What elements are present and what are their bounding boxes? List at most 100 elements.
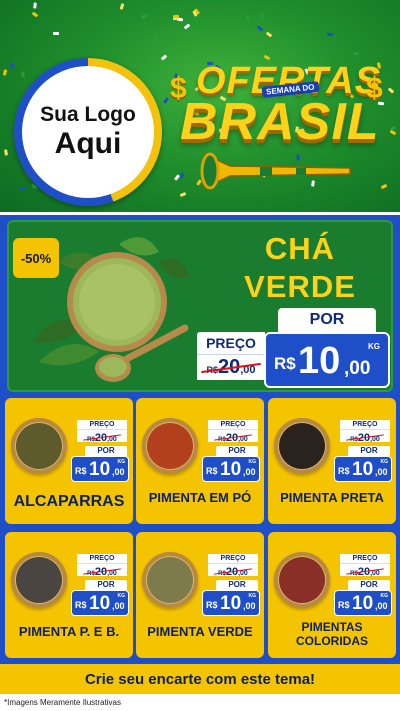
spice-fill <box>147 423 193 469</box>
por-label: POR <box>348 446 390 456</box>
confetti-piece <box>4 149 8 156</box>
confetti-piece <box>172 14 180 19</box>
product-card[interactable]: PREÇOR$20,00 POR R$10,00 KG PIMENTASCOLORIDA… <box>268 532 396 658</box>
price-label: PREÇO <box>208 554 258 563</box>
campaign-title: $ OFERTAS SEMANA DO $ BRASIL <box>170 60 395 200</box>
confetti-piece <box>352 51 360 56</box>
product-card[interactable]: PREÇOR$20,00 POR R$10,00 KG PIMENTA VERDE <box>136 532 264 658</box>
new-dec: ,00 <box>375 467 388 477</box>
disclaimer-text: *Imagens Meramente Ilustrativas <box>0 694 400 711</box>
unit-label: KG <box>380 593 389 599</box>
logo-text-line1: Sua Logo <box>40 103 136 126</box>
confetti-piece <box>256 25 264 32</box>
new-dec: ,00 <box>243 467 256 477</box>
new-dec: ,00 <box>375 601 388 611</box>
price-label: PREÇO <box>340 554 390 563</box>
product-name: PIMENTA P. E B. <box>18 624 120 639</box>
spice-fill <box>279 557 325 603</box>
product-image <box>11 552 67 608</box>
product-image <box>142 552 198 608</box>
old-price: R$20,00 <box>340 429 390 444</box>
vuvuzela-icon <box>200 152 351 190</box>
product-image <box>274 418 330 474</box>
price-label: PREÇO <box>77 420 127 429</box>
new-price: R$ 10,00 KG <box>71 456 129 482</box>
hero-price-label: PREÇO <box>197 332 265 354</box>
por-label: POR <box>85 580 127 590</box>
new-dec: ,00 <box>243 601 256 611</box>
price-label: PREÇO <box>77 554 127 563</box>
product-name: PIMENTA VERDE <box>147 624 253 639</box>
new-int: 10 <box>89 593 111 614</box>
logo-placeholder: Sua Logo Aqui <box>22 66 154 198</box>
hero-unit: KG <box>368 342 380 351</box>
confetti-piece <box>163 97 169 104</box>
unit-label: KG <box>117 593 126 599</box>
product-name: PIMENTAS COLORIDAS <box>268 620 396 648</box>
discount-badge: -50% <box>13 238 59 278</box>
logo-text-line2: Aqui <box>54 127 122 160</box>
new-price: R$ 10,00 KG <box>334 590 392 616</box>
product-name: PIMENTA PRETA <box>280 490 384 505</box>
por-label: POR <box>216 446 258 456</box>
old-price: R$20,00 <box>208 429 258 444</box>
confetti-piece <box>53 32 59 35</box>
new-currency: R$ <box>338 466 350 476</box>
spice-fill <box>147 557 193 603</box>
header-banner: Sua Logo Aqui $ OFERTAS SEMANA DO $ BRAS… <box>0 0 400 215</box>
price-label: PREÇO <box>340 420 390 429</box>
hero-new-price: R$ 10 ,00 KG <box>264 332 390 388</box>
new-price: R$ 10,00 KG <box>202 590 260 616</box>
new-int: 10 <box>352 459 374 480</box>
unit-label: KG <box>248 593 257 599</box>
confetti-piece <box>160 54 168 61</box>
confetti-piece <box>183 23 191 30</box>
hero-por-label: POR <box>278 308 376 332</box>
new-price: R$ 10,00 KG <box>202 456 260 482</box>
por-label: POR <box>216 580 258 590</box>
product-image <box>274 552 330 608</box>
old-price: R$20,00 <box>77 563 127 578</box>
unit-label: KG <box>380 459 389 465</box>
product-name: PIMENTA EM PÓ <box>148 490 252 505</box>
hero-name-line1: CHÁ <box>264 231 336 266</box>
hero-product-name: CHÁ VERDE <box>230 230 370 306</box>
spice-fill <box>279 423 325 469</box>
new-dec: ,00 <box>112 467 125 477</box>
title-brasil: BRASIL <box>180 93 380 151</box>
logo-badge[interactable]: Sua Logo Aqui <box>14 58 162 206</box>
unit-label: KG <box>248 459 257 465</box>
product-image <box>11 418 67 474</box>
product-name: ALCAPARRAS <box>13 493 125 510</box>
spice-fill <box>16 557 62 603</box>
new-price: R$ 10,00 KG <box>71 590 129 616</box>
cta-banner[interactable]: Crie seu encarte com este tema! <box>0 664 400 694</box>
product-card[interactable]: PREÇOR$20,00 POR R$10,00 KG PIMENTA P. E B. <box>5 532 133 658</box>
confetti-piece <box>18 186 26 191</box>
product-card[interactable]: PREÇOR$20,00 POR R$10,00 KG PIMENTA PRETA <box>268 398 396 524</box>
confetti-piece <box>33 2 37 9</box>
new-int: 10 <box>352 593 374 614</box>
new-currency: R$ <box>206 466 218 476</box>
old-price: R$20,00 <box>77 429 127 444</box>
spice-fill <box>16 423 62 469</box>
confetti-piece <box>9 62 15 69</box>
confetti-piece <box>265 31 273 38</box>
new-int: 10 <box>220 459 242 480</box>
product-card[interactable]: PREÇOR$20,00 POR R$10,00 KG ALCAPARRAS <box>5 398 133 524</box>
confetti-piece <box>289 52 297 57</box>
old-price: R$20,00 <box>340 563 390 578</box>
old-price: R$20,00 <box>208 563 258 578</box>
new-int: 10 <box>89 459 111 480</box>
confetti-piece <box>153 34 159 41</box>
product-card[interactable]: PREÇOR$20,00 POR R$10,00 KG PIMENTA EM PÓ <box>136 398 264 524</box>
product-name-line1: PIMENTAS <box>301 620 363 634</box>
hero-new-dec: ,00 <box>344 358 371 379</box>
new-price: R$ 10,00 KG <box>334 456 392 482</box>
new-dec: ,00 <box>112 601 125 611</box>
new-currency: R$ <box>206 600 218 610</box>
product-name-line2: COLORIDAS <box>296 634 368 648</box>
new-currency: R$ <box>338 600 350 610</box>
new-currency: R$ <box>75 466 87 476</box>
hero-name-line2: VERDE <box>244 269 356 304</box>
